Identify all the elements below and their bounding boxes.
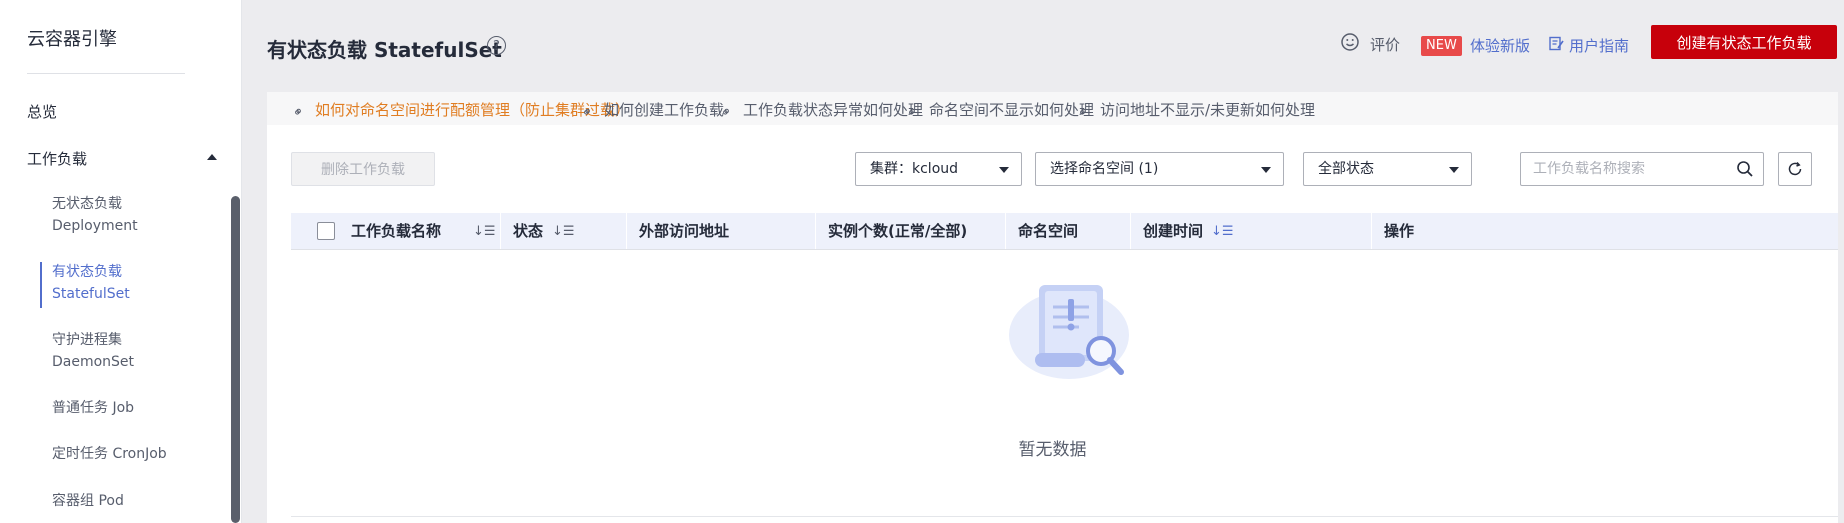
- status-select-value: 全部状态: [1318, 161, 1374, 177]
- nav-deployment-label-en: Deployment: [52, 218, 138, 234]
- filter-icon[interactable]: ↓☰: [552, 224, 575, 239]
- select-all-checkbox[interactable]: [317, 222, 335, 240]
- status-select[interactable]: 全部状态: [1303, 152, 1472, 186]
- tip-link-abnormal[interactable]: ⚭ 工作负载状态异常如何处理: [717, 99, 924, 122]
- main-panel: ⚭ 如何对命名空间进行配额管理（防止集群过载） ⚭ 如何创建工作负载 ⚭ 工作负载状态…: [267, 92, 1838, 523]
- search-icon[interactable]: [1737, 161, 1753, 177]
- column-divider: [1130, 213, 1131, 249]
- column-divider: [1371, 213, 1372, 249]
- nav-daemonset-label-cn: 守护进程集: [52, 332, 122, 348]
- guide-icon: [1549, 36, 1564, 51]
- namespace-select[interactable]: 选择命名空间 (1): [1035, 152, 1284, 186]
- try-new-version-link[interactable]: 体验新版: [1470, 35, 1530, 56]
- namespace-select-value: 选择命名空间 (1): [1050, 161, 1159, 177]
- cluster-select-value: 集群：kcloud: [870, 161, 959, 177]
- column-divider: [500, 213, 501, 249]
- smiley-icon[interactable]: [1341, 33, 1359, 51]
- divider: [291, 516, 1838, 517]
- help-icon[interactable]: ?: [487, 36, 506, 55]
- tips-bar: ⚭ 如何对命名空间进行配额管理（防止集群过载） ⚭ 如何创建工作负载 ⚭ 工作负载状态…: [267, 92, 1838, 125]
- empty-state-text: 暂无数据: [1018, 440, 1087, 460]
- tip-create-label: 如何创建工作负载: [604, 101, 725, 119]
- cluster-select[interactable]: 集群：kcloud: [855, 152, 1022, 186]
- sort-icon[interactable]: ↓☰: [473, 224, 496, 239]
- refresh-icon: [1788, 161, 1802, 176]
- sidebar: 云容器引擎 总览 工作负载 无状态负载 Deployment 有状态负载 Sta…: [0, 0, 242, 523]
- active-indicator: [40, 262, 42, 308]
- col-instance-count: 实例个数(正常/全部): [828, 222, 968, 240]
- sidebar-scrollbar[interactable]: [231, 196, 240, 523]
- nav-pod[interactable]: 容器组 Pod: [52, 490, 124, 512]
- chevron-down-icon: [1261, 167, 1271, 173]
- column-divider: [626, 213, 627, 249]
- link-icon: ⚭: [289, 103, 309, 122]
- column-divider: [1005, 213, 1006, 249]
- tip-link-namespace[interactable]: ⚭ 命名空间不显示如何处理: [903, 99, 1095, 122]
- nav-cronjob[interactable]: 定时任务 CronJob: [52, 443, 167, 465]
- caret-up-icon: [207, 154, 217, 160]
- delete-workload-button[interactable]: 删除工作负载: [291, 152, 435, 186]
- tip-namespace-label: 命名空间不显示如何处理: [929, 101, 1095, 119]
- divider: [27, 73, 185, 74]
- new-badge: NEW: [1421, 36, 1462, 56]
- page-title: 有状态负载 StatefulSet: [267, 38, 502, 62]
- link-icon: ⚭: [578, 103, 598, 122]
- nav-workload-label: 工作负载: [27, 150, 88, 168]
- nav-job[interactable]: 普通任务 Job: [52, 397, 134, 419]
- table-header: 工作负载名称 ↓☰ 状态 ↓☰ 外部访问地址 实例个数(正常/全部) 命名空间 …: [291, 213, 1838, 250]
- link-icon: ⚭: [717, 103, 737, 122]
- user-guide-link[interactable]: 用户指南: [1569, 35, 1629, 56]
- refresh-button[interactable]: [1778, 152, 1812, 186]
- col-external-address: 外部访问地址: [639, 222, 730, 240]
- nav-daemonset-label-en: DaemonSet: [52, 354, 135, 370]
- nav-deployment[interactable]: 无状态负载 Deployment: [52, 193, 138, 237]
- sort-desc-icon[interactable]: ↓☰: [1211, 224, 1234, 239]
- tip-link-address[interactable]: ⚭ 访问地址不显示/未更新如何处理: [1074, 99, 1316, 122]
- search-placeholder: 工作负载名称搜索: [1533, 161, 1645, 177]
- col-created-time: 创建时间: [1143, 222, 1204, 240]
- nav-deployment-label-cn: 无状态负载: [52, 196, 122, 212]
- search-input[interactable]: 工作负载名称搜索: [1520, 152, 1764, 186]
- tip-address-label: 访问地址不显示/未更新如何处理: [1100, 101, 1316, 119]
- create-statefulset-button[interactable]: 创建有状态工作负载: [1651, 25, 1837, 59]
- nav-overview[interactable]: 总览: [27, 101, 57, 122]
- nav-daemonset[interactable]: 守护进程集 DaemonSet: [52, 329, 134, 373]
- brand-title: 云容器引擎: [27, 29, 117, 50]
- nav-workload[interactable]: 工作负载: [27, 148, 217, 169]
- link-icon: ⚭: [903, 103, 923, 122]
- link-icon: ⚭: [1074, 103, 1094, 122]
- col-actions: 操作: [1384, 222, 1415, 240]
- col-name: 工作负载名称: [351, 222, 442, 240]
- nav-statefulset-label-cn: 有状态负载: [52, 264, 122, 280]
- nav-statefulset[interactable]: 有状态负载 StatefulSet: [52, 261, 130, 305]
- tip-link-create[interactable]: ⚭ 如何创建工作负载: [578, 99, 725, 122]
- chevron-down-icon: [999, 167, 1009, 173]
- col-status: 状态: [513, 222, 544, 240]
- rate-link[interactable]: 评价: [1370, 34, 1400, 55]
- col-namespace: 命名空间: [1018, 222, 1079, 240]
- empty-data-illustration: [1009, 285, 1129, 379]
- tip-abnormal-label: 工作负载状态异常如何处理: [743, 101, 924, 119]
- column-divider: [815, 213, 816, 249]
- nav-statefulset-label-en: StatefulSet: [52, 286, 130, 302]
- chevron-down-icon: [1449, 167, 1459, 173]
